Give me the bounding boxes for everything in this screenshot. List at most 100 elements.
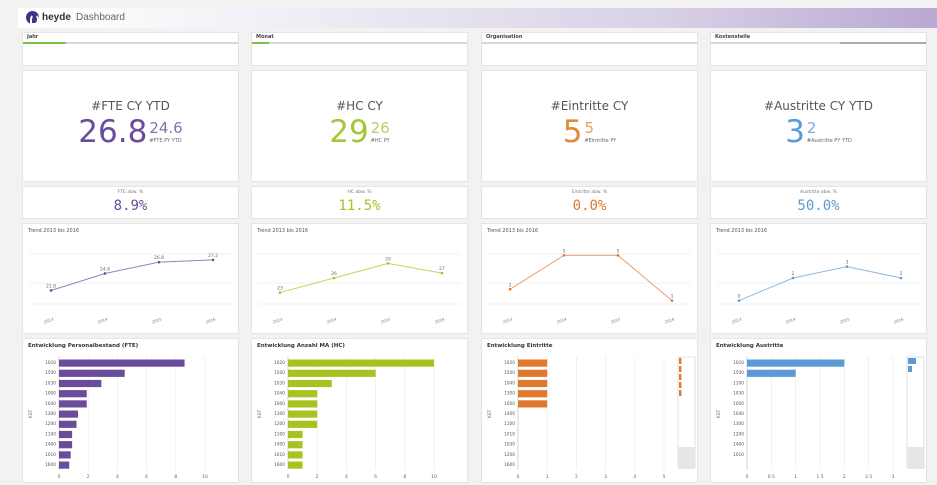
trend-tick-label: 2015	[380, 316, 392, 324]
bar-tick-label: 0	[517, 474, 520, 480]
brand-logo[interactable]: heyde	[26, 11, 71, 25]
bar-chart: 0 1 2 3 4 5 KST 1020 1500 1040 1300 1000 1400 1100 101…	[487, 356, 696, 480]
bar-tick-label: 0	[58, 474, 61, 480]
bar-category-label: 1010	[733, 452, 744, 458]
filter-label: Jahr	[27, 34, 39, 40]
bar-category-label: 1040	[45, 401, 56, 407]
trend-point	[49, 289, 53, 292]
trend-point	[103, 272, 107, 275]
bar	[59, 379, 102, 388]
bar-category-label: 1100	[733, 380, 744, 386]
kpi-values: 26.8 24.6 #FTE PY YTD	[23, 115, 238, 149]
kpi-sub-label: #Eintritte PY	[584, 138, 617, 144]
pct-value: 50.0%	[797, 198, 840, 214]
kpi-main-value: 5	[562, 114, 583, 150]
trend-eintritte[interactable]: Trend 2013 bis 2016 2 2013 5 2014 5 2015 1 2016	[481, 223, 698, 334]
bar	[288, 410, 318, 418]
filter-austritte[interactable]: Kostenstelle	[710, 32, 927, 66]
bar	[518, 369, 548, 377]
kpi-side: 5 #Eintritte PY	[584, 115, 617, 145]
trend-data-label: 24.8	[100, 266, 110, 272]
kpi-hc: #HC CY 29 26 #HC PY	[251, 70, 468, 182]
bar-category-label: 1300	[45, 411, 56, 417]
trend-point	[562, 254, 566, 257]
trend-hc[interactable]: Trend 2013 bis 2016 23 2013 26 2014 29 2015 27 2…	[251, 223, 468, 334]
filter-bar-fill	[23, 42, 66, 44]
filter-hc[interactable]: Monat	[251, 32, 468, 66]
trend-data-label: 2	[792, 271, 795, 277]
filter-fte[interactable]: Jahr	[22, 32, 239, 66]
mini-bar	[908, 358, 916, 364]
pct-label: FTE abw. %	[117, 190, 144, 195]
bar	[518, 379, 548, 388]
bar-category-label: 1500	[274, 370, 285, 376]
bar-category-label: 1010	[504, 431, 515, 437]
trend-chart: 0 2013 2 2014 3 2015 2 2016	[717, 253, 920, 325]
bar-fte[interactable]: Entwicklung Personalbestand (FTE) 0 2 4 6 8 10…	[22, 338, 239, 483]
bar-category-label: 1030	[45, 380, 56, 386]
kpi-side: 24.6 #FTE PY YTD	[149, 115, 182, 145]
trend-point	[737, 299, 741, 302]
bar-category-label: 1040	[733, 411, 744, 417]
filter-label: Monat	[256, 34, 274, 40]
filter-eintritte[interactable]: Organisation	[481, 32, 698, 66]
bar	[518, 390, 548, 398]
kpi-fte: #FTE CY YTD 26.8 24.6 #FTE PY YTD	[22, 70, 239, 182]
mini-bar	[679, 374, 682, 380]
trend-tick-label: 2014	[97, 316, 109, 324]
bar-tick-label: 0.5	[768, 474, 775, 480]
pct-value: 11.5%	[338, 198, 381, 214]
trend-point	[440, 271, 444, 275]
bar-tick-label: 4	[116, 474, 119, 480]
kpi-title: #HC CY	[336, 99, 383, 113]
kpi-austritte: #Austritte CY YTD 3 2 #Austritte PY YTD	[710, 70, 927, 182]
bar-hc[interactable]: Entwicklung Anzahl MA (HC) 0 2 4 6 8 10 KST 1020…	[251, 338, 468, 483]
bar	[747, 369, 796, 377]
bar	[288, 451, 303, 459]
trend-fte[interactable]: Trend 2013 bis 2016 21.8 2013 24.8 2014 26.8 2…	[22, 223, 239, 334]
bar	[59, 451, 71, 459]
bar-category-label: 1020	[504, 360, 515, 366]
bar	[59, 400, 87, 408]
bar-category-label: 1600	[45, 462, 56, 468]
bar-category-label: 1000	[274, 401, 285, 407]
filter-bar-track	[482, 42, 697, 44]
bar-austritte[interactable]: Entwicklung Austritte 0 0.5 1 1.5 2 2.5 3 KST 102…	[710, 338, 927, 483]
bar-chart: 0 0.5 1 1.5 2 2.5 3 KST 1020 1500 1100 1030 1000 1040…	[716, 356, 925, 480]
mini-bar	[679, 366, 682, 372]
bar-tick-label: 1	[546, 474, 549, 480]
kpi-secondary-value: 2	[806, 119, 817, 137]
bar-axis-label: KST	[257, 409, 263, 418]
trend-tick-label: 2016	[664, 316, 676, 324]
bar-eintritte[interactable]: Entwicklung Eintritte 0 1 2 3 4 5 KST 1020 1500 10…	[481, 338, 698, 483]
bar	[288, 379, 332, 388]
trend-point	[845, 265, 849, 268]
trend-data-label: 27	[439, 266, 445, 272]
bar-tick-label: 3	[604, 474, 607, 480]
bar	[59, 410, 78, 418]
trend-data-label: 26	[331, 271, 337, 277]
kpi-values: 5 5 #Eintritte PY	[482, 115, 697, 149]
bar-tick-label: 5	[663, 474, 666, 480]
bar	[59, 420, 77, 428]
scroll-handle	[678, 447, 695, 469]
bar-axis-label: KST	[487, 409, 493, 418]
bar-category-label: 1030	[274, 380, 285, 386]
bar-tick-label: 0	[287, 474, 290, 480]
filter-bar-fill	[840, 42, 926, 44]
bar-tick-label: 2.5	[865, 474, 872, 480]
trend-tick-label: 2015	[839, 316, 851, 324]
bar-tick-label: 6	[374, 474, 377, 480]
bar	[59, 461, 70, 469]
page-title: Dashboard	[76, 12, 125, 23]
trend-austritte[interactable]: Trend 2013 bis 2016 0 2013 2 2014 3 2015 2 2016	[710, 223, 927, 334]
pct-value: 8.9%	[113, 198, 148, 214]
bar-tick-label: 8	[174, 474, 177, 480]
bar-tick-label: 1.5	[816, 474, 823, 480]
trend-data-label: 27.2	[208, 253, 218, 259]
trend-tick-label: 2015	[151, 316, 163, 324]
kpi-title: #Austritte CY YTD	[764, 99, 873, 113]
trend-point	[899, 276, 903, 280]
bar-category-label: 1400	[504, 411, 515, 417]
trend-data-label: 1	[671, 294, 674, 300]
